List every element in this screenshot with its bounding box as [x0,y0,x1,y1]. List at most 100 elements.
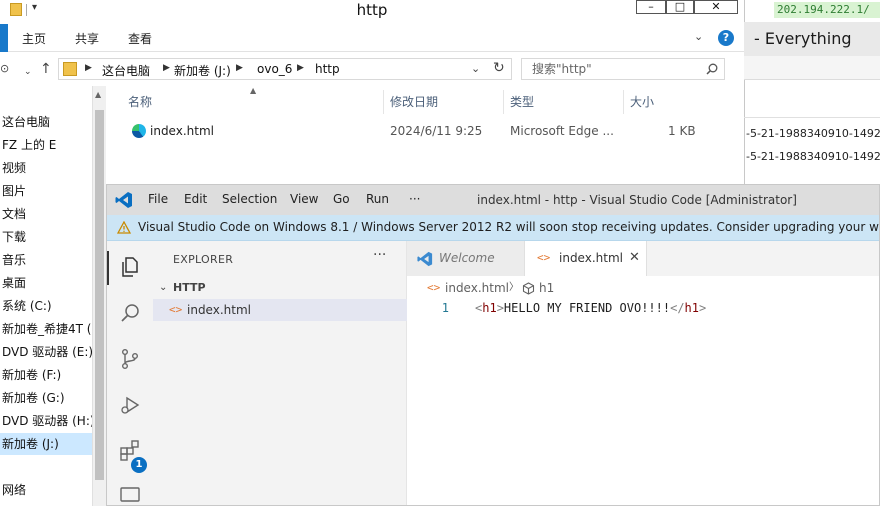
file-type: Microsoft Edge ... [510,124,614,138]
sidebar-item-drive-g[interactable]: 新加卷 (G:) [0,387,92,409]
vscode-logo-icon [115,192,132,208]
sidebar-item-network[interactable]: 网络 [0,479,92,501]
navigation-scrollbar[interactable]: ▲ [92,86,106,506]
sidebar-item-fz-e[interactable]: FZ 上的 E [0,134,92,156]
background-sid-row: -5-21-1988340910-1492 [746,127,880,140]
banner-message: Visual Studio Code on Windows 8.1 / Wind… [138,220,879,234]
close-button[interactable]: ✕ [694,0,738,14]
ribbon-tabs: 主页 共享 查看 [0,24,744,52]
table-row[interactable]: index.html 2024/6/11 9:25 Microsoft Edge… [124,120,704,142]
close-icon: ✕ [711,0,721,13]
sidebar-item-videos[interactable]: 视频 [0,157,92,179]
scroll-up-icon[interactable]: ▲ [95,90,101,99]
sidebar-item-drive-h[interactable]: DVD 驱动器 (H:) [0,410,92,432]
menu-view[interactable]: View [290,192,318,206]
folder-section-header[interactable]: ⌄ HTTP [159,277,407,299]
breadcrumb-http[interactable]: http [315,62,340,76]
help-icon[interactable]: ? [718,30,734,46]
sidebar-item-drive-f[interactable]: 新加卷 (F:) [0,364,92,386]
vscode-titlebar: File Edit Selection View Go Run ··· inde… [107,185,879,215]
sidebar-item-drive-i[interactable]: 新加卷_希捷4T (I:) [0,318,92,340]
search-icon[interactable] [118,301,142,325]
ribbon-file-tab[interactable] [0,24,8,52]
background-menu-bar [744,56,880,80]
sidebar-file-name: index.html [187,303,251,317]
ribbon-expand-icon[interactable]: ⌄ [694,30,703,43]
recent-locations-icon[interactable]: ⊙ [0,60,9,78]
menu-run[interactable]: Run [366,192,389,206]
sidebar-item-drive-c[interactable]: 系统 (C:) [0,295,92,317]
sidebar-item-documents[interactable]: 文档 [0,203,92,225]
minimize-button[interactable]: – [636,0,666,14]
code-content[interactable]: <h1>HELLO MY FRIEND OVO!!!!</h1> [475,299,706,317]
breadcrumb-this-pc[interactable]: 这台电脑 [102,62,150,79]
menu-edit[interactable]: Edit [184,192,207,206]
chevron-down-icon[interactable]: ⌄ [471,62,480,75]
more-actions-icon[interactable]: ··· [373,247,386,263]
history-chevron-icon[interactable]: ⌄ [24,63,32,81]
explorer-title: http [356,1,388,19]
refresh-icon[interactable]: ↻ [493,60,505,76]
maximize-button[interactable]: □ [666,0,694,14]
background-window-title: - Everything [744,22,880,56]
breadcrumb-file[interactable]: index.html [445,277,509,299]
close-icon[interactable]: ✕ [629,250,640,265]
column-header-size[interactable]: 大小 [624,90,704,114]
extensions-badge: 1 [131,457,147,473]
column-header-name[interactable]: 名称 [122,90,384,114]
sidebar-item-drive-e[interactable]: DVD 驱动器 (E:) [0,341,92,363]
chevron-down-icon: ⌄ [159,282,168,293]
column-header-date[interactable]: 修改日期 [384,90,504,114]
background-ip-text: 202.194.222.1/ [774,2,880,18]
navigation-bar: ⊙ ⌄ ↑ ▶ 这台电脑 ▶ 新加卷 (J:) ▶ ovo_6 ▶ http ⌄… [0,56,744,82]
breadcrumb-drive-j[interactable]: 新加卷 (J:) [174,62,231,79]
remote-explorer-icon[interactable] [118,483,142,506]
breadcrumb-separator-icon[interactable]: ▶ [163,63,170,73]
sidebar-item-drive-j[interactable]: 新加卷 (J:) [0,433,92,455]
explorer-sidebar: EXPLORER ··· ⌄ HTTP <> index.html [153,241,407,505]
search-box[interactable] [521,58,725,80]
tab-home[interactable]: 主页 [22,30,46,47]
html-file-icon: <> [169,303,183,316]
file-size: 1 KB [668,124,696,138]
tab-view[interactable]: 查看 [128,30,152,47]
sidebar-item-pictures[interactable]: 图片 [0,180,92,202]
tab-share[interactable]: 共享 [75,30,99,47]
folder-icon [63,62,77,76]
scrollbar-thumb[interactable] [95,110,104,480]
column-header-type[interactable]: 类型 [504,90,624,114]
tab-welcome[interactable]: Welcome [407,241,525,276]
file-date: 2024/6/11 9:25 [390,124,483,138]
address-bar[interactable]: ▶ 这台电脑 ▶ 新加卷 (J:) ▶ ovo_6 ▶ http ⌄ ↻ [58,58,512,80]
menu-selection[interactable]: Selection [222,192,277,206]
breadcrumb-symbol[interactable]: h1 [539,277,554,299]
editor-area: Welcome <> index.html ✕ <> index.html 〉 … [407,241,879,505]
tab-index-html[interactable]: <> index.html ✕ [525,241,647,276]
search-icon[interactable] [706,63,718,75]
sidebar-item-downloads[interactable]: 下载 [0,226,92,248]
sidebar-file-item[interactable]: <> index.html [153,299,407,321]
breadcrumb-separator-icon[interactable]: ▶ [85,63,92,73]
breadcrumb-separator-icon[interactable]: ▶ [236,63,243,73]
source-control-icon[interactable] [118,347,142,371]
menu-more[interactable]: ··· [409,192,420,206]
breadcrumb-ovo6[interactable]: ovo_6 [257,62,292,76]
sidebar-item-desktop[interactable]: 桌面 [0,272,92,294]
menu-go[interactable]: Go [333,192,350,206]
background-sid-row: -5-21-1988340910-1492 [746,150,880,163]
vscode-window: File Edit Selection View Go Run ··· inde… [106,184,880,506]
breadcrumb-separator-icon[interactable]: ▶ [297,63,304,73]
up-arrow-icon[interactable]: ↑ [40,60,52,78]
search-input[interactable] [522,59,702,79]
background-column-bar [744,100,880,118]
run-debug-icon[interactable] [118,393,142,417]
menu-file[interactable]: File [148,192,168,206]
sidebar-item-this-pc[interactable]: 这台电脑 [0,111,92,133]
activity-bar: 1 [107,241,153,506]
code-line[interactable]: 1 <h1>HELLO MY FRIEND OVO!!!!</h1> [407,299,879,317]
sidebar-title: EXPLORER [173,253,234,266]
files-icon[interactable] [118,255,142,279]
line-number: 1 [441,301,449,315]
sidebar-item-music[interactable]: 音乐 [0,249,92,271]
file-list-header: 名称 修改日期 类型 大小 [106,90,704,114]
